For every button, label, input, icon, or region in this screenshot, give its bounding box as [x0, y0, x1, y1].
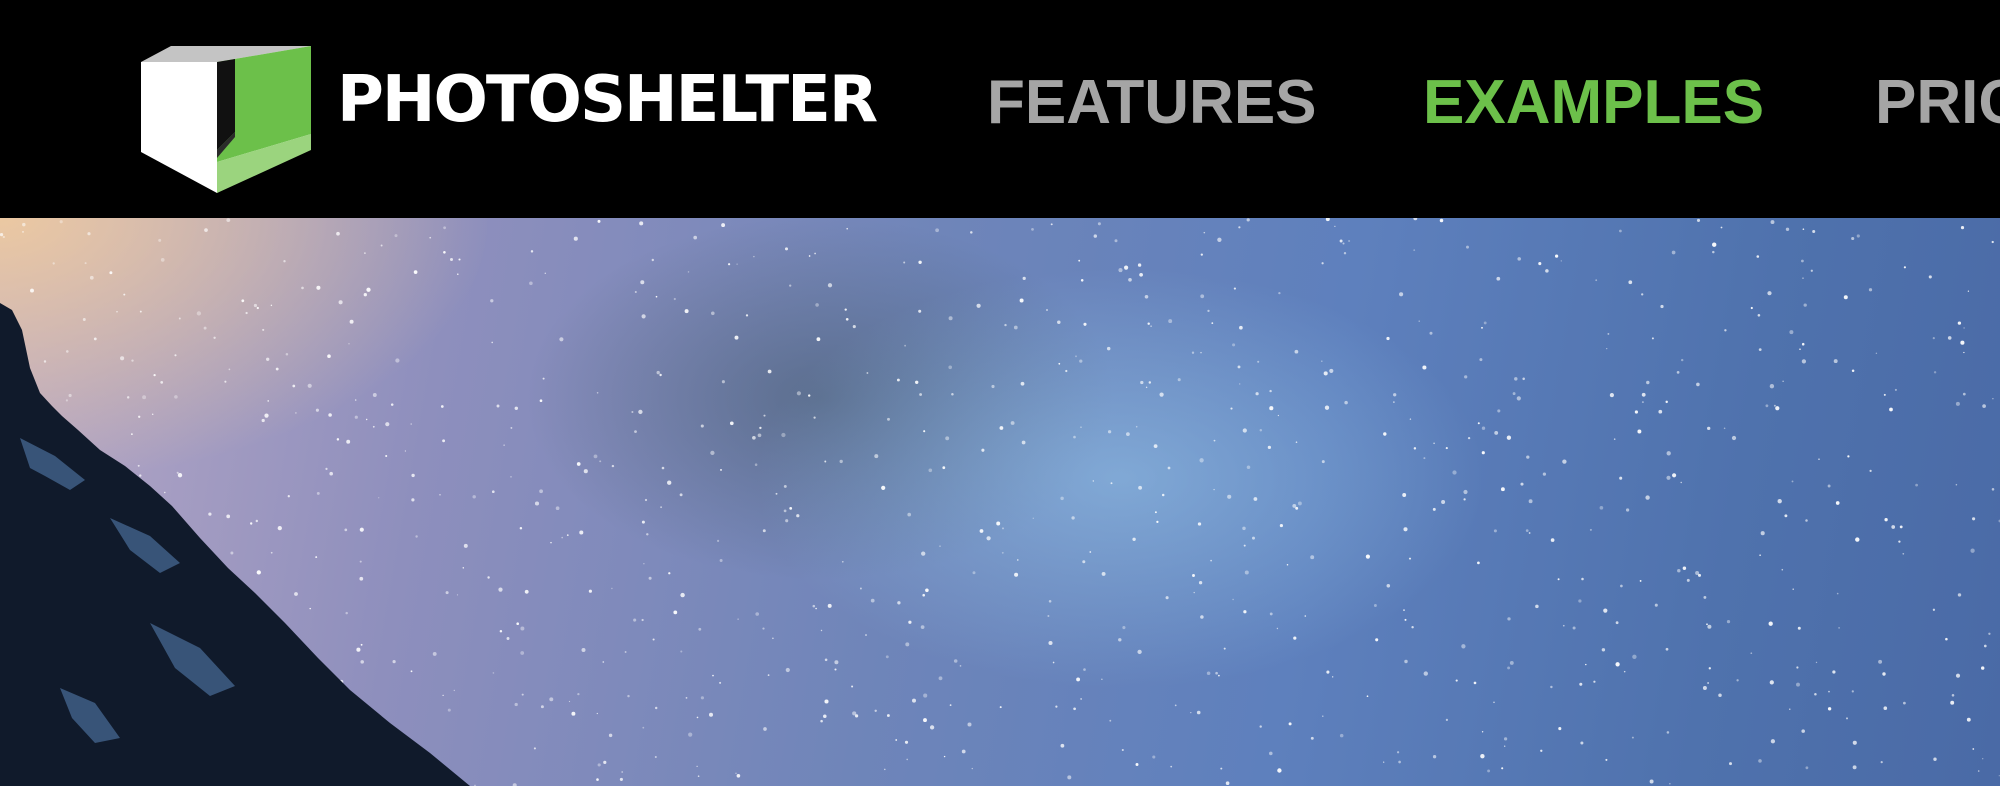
night-sky-image: [0, 218, 2000, 786]
open-box-icon: [141, 46, 311, 193]
nav-item-pricing[interactable]: PRICING: [1875, 72, 2000, 134]
page: PHOTOSHELTER FEATURES EXAMPLES PRICING: [0, 0, 2000, 786]
nav-item-examples[interactable]: EXAMPLES: [1423, 72, 1764, 134]
top-navigation-bar: PHOTOSHELTER FEATURES EXAMPLES PRICING: [0, 0, 2000, 218]
nav-item-features[interactable]: FEATURES: [987, 72, 1317, 134]
brand-wordmark: PHOTOSHELTER: [337, 63, 878, 137]
hero-image: [0, 218, 2000, 786]
